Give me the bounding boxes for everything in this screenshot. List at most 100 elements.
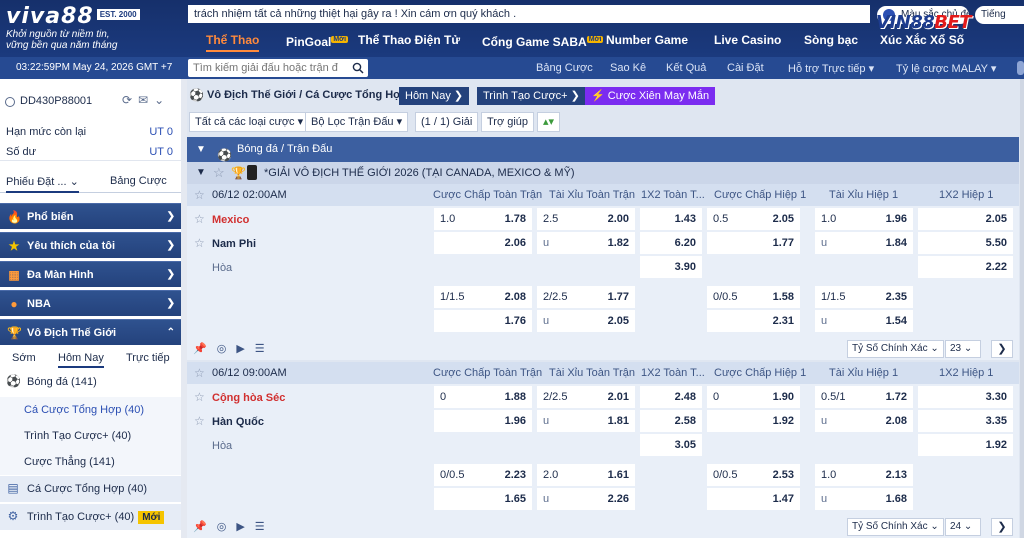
- sidebar-item-nba[interactable]: ● NBA ❯: [0, 290, 181, 316]
- logo[interactable]: viva88 EST. 2000 Khởi nguồn từ niềm tin, …: [6, 4, 186, 54]
- lucky-parlay-button[interactable]: ⚡ Cược Xiên May Mắn: [585, 87, 716, 105]
- odds-cell[interactable]: 0.5/1 1.72: [815, 386, 913, 408]
- odds-cell[interactable]: 1.0 1.78: [434, 208, 532, 230]
- odds-cell[interactable]: 3.30: [918, 386, 1013, 408]
- header-scrollbar[interactable]: [1017, 61, 1024, 75]
- nav-item-pingoal[interactable]: PinGoal Mới: [286, 30, 349, 52]
- favorite-star-icon[interactable]: ☆: [194, 366, 205, 380]
- favorite-star-icon[interactable]: ☆: [213, 162, 225, 184]
- odds-cell[interactable]: 1.0 2.13: [815, 464, 913, 486]
- list-icon[interactable]: ☰: [255, 521, 275, 533]
- odds-cell[interactable]: 2.06: [434, 232, 532, 254]
- odds-cell[interactable]: 3.90: [640, 256, 702, 278]
- nav-item-song-bac[interactable]: Sòng bạc: [804, 30, 858, 52]
- sidebar-item-combined[interactable]: Cá Cược Tổng Hợp (40): [0, 397, 181, 423]
- odds-cell[interactable]: 0.5 2.05: [707, 208, 800, 230]
- stats-icon[interactable]: ◎: [217, 343, 237, 355]
- correct-score-select[interactable]: Tỷ Số Chính Xác ⌄: [847, 340, 944, 358]
- sidebar-item-builder-bottom[interactable]: ⚙ Trình Tạo Cược+ (40) Mới: [0, 504, 181, 530]
- search-icon[interactable]: [352, 62, 364, 74]
- odds-cell[interactable]: 0/0.5 1.58: [707, 286, 800, 308]
- odds-cell[interactable]: 1.65: [434, 488, 532, 510]
- odds-cell[interactable]: 2.22: [918, 256, 1013, 278]
- odds-cell[interactable]: 6.20: [640, 232, 702, 254]
- odds-cell[interactable]: 1.77: [707, 232, 800, 254]
- sidebar-item-combined-bottom[interactable]: ▤ Cá Cược Tổng Hợp (40): [0, 476, 181, 502]
- sidebar-item-builder[interactable]: Trình Tạo Cược+ (40): [0, 423, 181, 449]
- expand-button[interactable]: ❯: [991, 518, 1013, 536]
- sidebar-item-straight[interactable]: Cược Thẳng (141): [0, 449, 181, 475]
- nav-item-number-game[interactable]: Number Game: [606, 30, 688, 52]
- chevron-down-icon[interactable]: ⌄: [154, 93, 170, 107]
- odds-cell[interactable]: u 1.84: [815, 232, 913, 254]
- sidebar-item-multiscreen[interactable]: ▦ Đa Màn Hình ❯: [0, 261, 181, 287]
- bet-builder-button[interactable]: Trình Tạo Cược+ ❯: [477, 87, 586, 105]
- main-scrollbar[interactable]: [1020, 79, 1024, 538]
- odds-cell[interactable]: u 1.81: [537, 410, 635, 432]
- odds-cell[interactable]: 0/0.5 2.23: [434, 464, 532, 486]
- odds-cell[interactable]: 1.0 1.96: [815, 208, 913, 230]
- more-markets-select[interactable]: 23 ⌄: [945, 340, 981, 358]
- league-header[interactable]: ▼ ☆ 🏆 *GIẢI VÔ ĐỊCH THẾ GIỚI 2026 (TẠI C…: [187, 162, 1019, 184]
- odds-cell[interactable]: 1.47: [707, 488, 800, 510]
- more-markets-select[interactable]: 24 ⌄: [945, 518, 981, 536]
- link-ho-tro[interactable]: Hỗ trợ Trực tiếp ▾: [788, 62, 874, 75]
- odds-cell[interactable]: u 2.08: [815, 410, 913, 432]
- odds-cell[interactable]: 0 1.88: [434, 386, 532, 408]
- search-box[interactable]: [188, 59, 368, 77]
- odds-cell[interactable]: u 1.54: [815, 310, 913, 332]
- favorite-star-icon[interactable]: ☆: [194, 236, 205, 250]
- link-ket-qua[interactable]: Kết Quả: [666, 62, 706, 74]
- odds-cell[interactable]: 1.92: [918, 434, 1013, 456]
- nav-item-saba[interactable]: Cổng Game SABA Mới: [482, 30, 604, 52]
- favorite-star-icon[interactable]: ☆: [194, 414, 205, 428]
- odds-cell[interactable]: 2.5 2.00: [537, 208, 635, 230]
- sidebar-item-football[interactable]: ⚽ Bóng đá (141): [0, 369, 181, 395]
- play-icon[interactable]: ▶: [236, 521, 254, 533]
- favorite-star-icon[interactable]: ☆: [194, 212, 205, 226]
- sidebar-item-world-cup[interactable]: 🏆 Vô Địch Thế Giới ⌃: [0, 319, 181, 345]
- today-button[interactable]: Hôm Nay ❯: [399, 87, 470, 105]
- pin-icon[interactable]: 📌: [193, 521, 217, 533]
- odds-cell[interactable]: 1.43: [640, 208, 702, 230]
- odds-cell[interactable]: 2.48: [640, 386, 702, 408]
- odds-cell[interactable]: 1.92: [707, 410, 800, 432]
- expand-button[interactable]: ❯: [991, 340, 1013, 358]
- odds-cell[interactable]: 2.05: [918, 208, 1013, 230]
- link-cai-dat[interactable]: Cài Đặt: [727, 62, 764, 74]
- tab-today[interactable]: Hôm Nay: [58, 352, 104, 368]
- odds-cell[interactable]: 2.31: [707, 310, 800, 332]
- stats-icon[interactable]: ◎: [217, 521, 237, 533]
- refresh-icon[interactable]: ⟳: [122, 93, 138, 107]
- tab-live[interactable]: Trực tiếp: [126, 352, 170, 364]
- league-count-button[interactable]: (1 / 1) Giải: [415, 112, 479, 132]
- odds-cell[interactable]: u 2.05: [537, 310, 635, 332]
- tab-bet-slip[interactable]: Phiếu Đặt ... ⌄: [6, 175, 79, 193]
- match-filter[interactable]: Bộ Lọc Trận Đấu ▾: [305, 112, 409, 132]
- correct-score-select[interactable]: Tỷ Số Chính Xác ⌄: [847, 518, 944, 536]
- link-bang-cuoc[interactable]: Bảng Cược: [536, 62, 593, 74]
- favorite-star-icon[interactable]: ☆: [194, 390, 205, 404]
- sidebar-item-popular[interactable]: 🔥 Phổ biến ❯: [0, 203, 181, 229]
- odds-cell[interactable]: 0 1.90: [707, 386, 800, 408]
- odds-cell[interactable]: 2/2.5 1.77: [537, 286, 635, 308]
- nav-item-the-thao-dien-tu[interactable]: Thể Thao Điện Tử: [358, 30, 460, 52]
- odds-cell[interactable]: u 1.68: [815, 488, 913, 510]
- nav-item-the-thao[interactable]: Thể Thao: [206, 30, 260, 52]
- pin-icon[interactable]: 📌: [193, 343, 217, 355]
- favorite-star-icon[interactable]: ☆: [194, 188, 205, 202]
- odds-cell[interactable]: 2.0 1.61: [537, 464, 635, 486]
- odds-cell[interactable]: 5.50: [918, 232, 1013, 254]
- odds-cell[interactable]: 1/1.5 2.35: [815, 286, 913, 308]
- odds-cell[interactable]: 1.76: [434, 310, 532, 332]
- link-sao-ke[interactable]: Sao Kê: [610, 62, 646, 74]
- play-icon[interactable]: ▶: [236, 343, 254, 355]
- mail-icon[interactable]: ✉: [138, 93, 154, 107]
- sidebar-item-favorites[interactable]: ★ Yêu thích của tôi ❯: [0, 232, 181, 258]
- odds-cell[interactable]: u 1.82: [537, 232, 635, 254]
- nav-item-live-casino[interactable]: Live Casino: [714, 30, 781, 52]
- sort-button[interactable]: ▴▾: [537, 112, 561, 132]
- odds-type-select[interactable]: Tỷ lệ cược MALAY ▾: [896, 62, 996, 75]
- search-input[interactable]: [188, 59, 338, 77]
- odds-cell[interactable]: u 2.26: [537, 488, 635, 510]
